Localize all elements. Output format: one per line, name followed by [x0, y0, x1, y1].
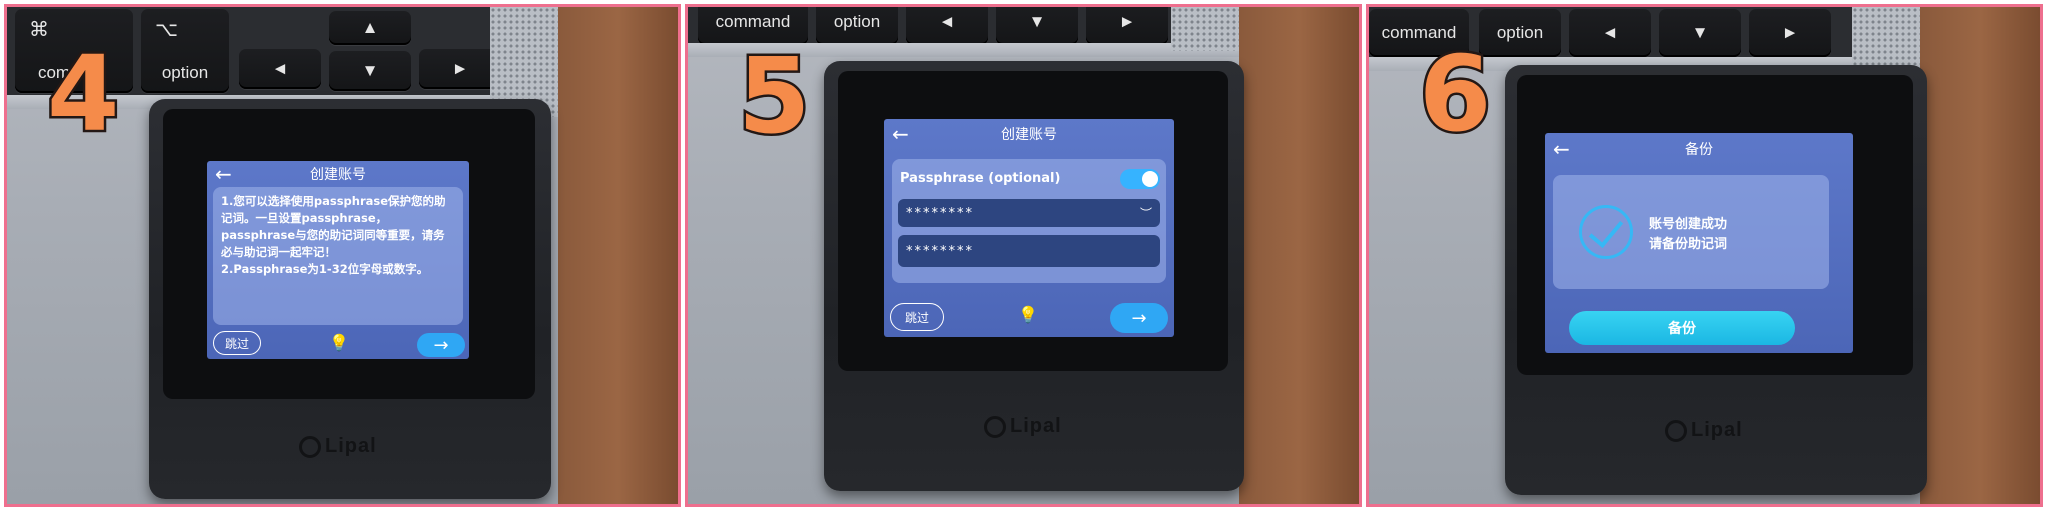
- lightbulb-icon[interactable]: 💡: [329, 333, 349, 352]
- brand-logo: Lipal: [299, 435, 377, 458]
- device-screen: ← 创建账号 Passphrase (optional) ******** ︶ …: [884, 119, 1174, 337]
- option-key: ⌥ option: [141, 9, 229, 93]
- arrow-left-key: ◄: [239, 49, 321, 89]
- confirm-passphrase-field[interactable]: ********: [898, 235, 1160, 267]
- skip-button[interactable]: 跳过: [213, 331, 261, 355]
- logo-icon: [299, 435, 321, 458]
- skip-button[interactable]: 跳过: [890, 303, 944, 331]
- arrow-right-key: ►: [1086, 7, 1168, 45]
- passphrase-field[interactable]: ******** ︶: [898, 199, 1160, 227]
- screen-header: ← 备份: [1545, 133, 1853, 165]
- back-arrow-icon[interactable]: ←: [1553, 139, 1570, 159]
- next-button[interactable]: →: [417, 333, 465, 357]
- screen-header: ← 创建账号: [884, 119, 1174, 149]
- arrow-right-key: ►: [419, 49, 501, 89]
- brand-logo: Lipal: [984, 415, 1062, 438]
- device-screen: ← 备份 账号创建成功 请备份助记词 备份: [1545, 133, 1853, 353]
- step-5-photo: command option ◄ ▼ ► 5 ← 创建账号 Passphrase…: [685, 4, 1362, 507]
- screen-header: ← 创建账号: [207, 161, 469, 187]
- arrow-down-key: ▼: [329, 51, 411, 91]
- step-number: 4: [44, 31, 121, 158]
- arrow-right-key: ►: [1749, 9, 1831, 57]
- arrow-left-key: ◄: [906, 7, 988, 45]
- screen-title: 创建账号: [1001, 127, 1057, 143]
- passphrase-card: Passphrase (optional) ******** ︶ *******…: [892, 159, 1166, 283]
- info-text: 1.您可以选择使用passphrase保护您的助记词。一旦设置passphras…: [213, 187, 463, 325]
- arrow-right-icon: →: [1131, 307, 1147, 329]
- device-screen: ← 创建账号 1.您可以选择使用passphrase保护您的助记词。一旦设置pa…: [207, 161, 469, 359]
- back-arrow-icon[interactable]: ←: [215, 164, 232, 184]
- arrow-left-key: ◄: [1569, 9, 1651, 57]
- arrow-down-key: ▼: [996, 7, 1078, 45]
- logo-icon: [984, 415, 1006, 438]
- check-circle-icon: [1579, 205, 1633, 259]
- screen-title: 创建账号: [310, 167, 366, 183]
- success-card: 账号创建成功 请备份助记词: [1553, 175, 1829, 289]
- wood-surface: [1920, 7, 2040, 504]
- passphrase-label: Passphrase (optional): [900, 171, 1061, 186]
- step-6-photo: command option ◄ ▼ ► 6 ← 备份 账号创建成功 请备份助记…: [1366, 4, 2043, 507]
- hardware-wallet: ← 备份 账号创建成功 请备份助记词 备份 Lipal: [1505, 65, 1927, 495]
- arrow-up-key: ▲: [329, 11, 411, 45]
- step-number: 5: [735, 33, 812, 160]
- speaker-grille: [1171, 7, 1241, 51]
- next-button[interactable]: →: [1110, 303, 1168, 333]
- wood-surface: [1239, 7, 1359, 504]
- passphrase-toggle[interactable]: [1120, 169, 1160, 189]
- lightbulb-icon[interactable]: 💡: [1018, 305, 1038, 324]
- eye-closed-icon[interactable]: ︶: [1140, 205, 1154, 222]
- logo-icon: [1665, 419, 1687, 442]
- hardware-wallet: ← 创建账号 Passphrase (optional) ******** ︶ …: [824, 61, 1244, 491]
- arrow-down-key: ▼: [1659, 9, 1741, 57]
- success-message: 账号创建成功: [1649, 217, 1728, 232]
- hardware-wallet: ← 创建账号 1.您可以选择使用passphrase保护您的助记词。一旦设置pa…: [149, 99, 551, 499]
- step-4-photo: ⌘ com ⌥ option ◄ ▲ ▼ ► 4 ← 创建账号 1.您可以选择使…: [4, 4, 681, 507]
- speaker-grille: [1852, 7, 1922, 65]
- step-number: 6: [1416, 31, 1493, 158]
- screen-title: 备份: [1685, 142, 1713, 158]
- backup-button[interactable]: 备份: [1569, 311, 1795, 345]
- arrow-right-icon: →: [433, 334, 449, 356]
- back-arrow-icon[interactable]: ←: [892, 124, 909, 144]
- backup-prompt: 请备份助记词: [1649, 237, 1728, 252]
- wood-surface: [558, 7, 678, 504]
- option-key: option: [816, 7, 898, 45]
- brand-logo: Lipal: [1665, 419, 1743, 442]
